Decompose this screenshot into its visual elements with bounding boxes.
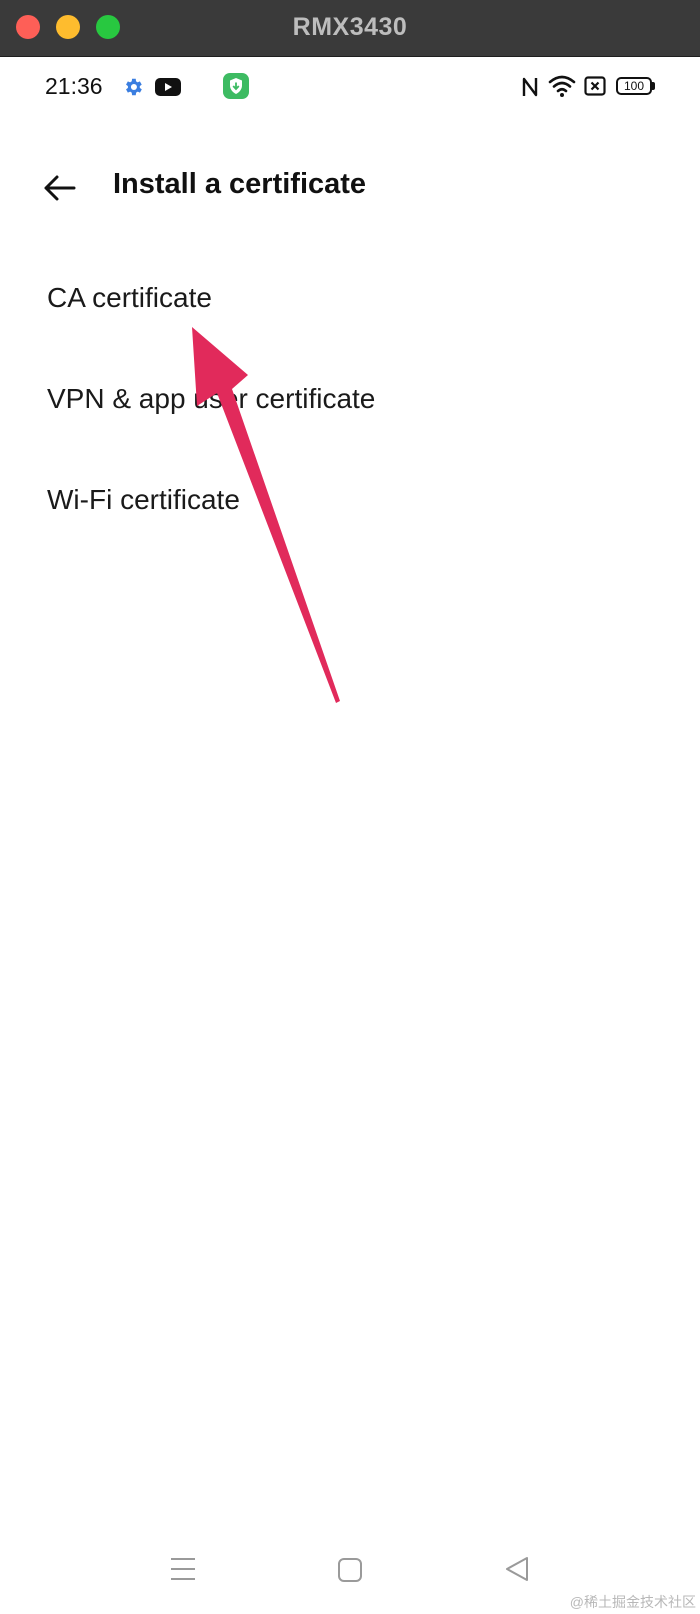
list-item-ca-certificate[interactable]: CA certificate [47, 282, 212, 314]
wifi-icon [548, 75, 576, 97]
nfc-icon [522, 77, 538, 97]
battery-level: 100 [623, 79, 645, 93]
back-arrow-icon[interactable] [40, 168, 80, 208]
window-titlebar: RMX3430 [0, 0, 700, 57]
status-time: 21:36 [45, 73, 103, 99]
list-item-wifi-certificate[interactable]: Wi-Fi certificate [47, 484, 240, 516]
back-triangle-icon[interactable] [504, 1556, 530, 1582]
battery-tip [652, 82, 655, 90]
watermark-text: @稀土掘金技术社区 [569, 1594, 696, 1610]
home-square-icon[interactable] [337, 1557, 363, 1583]
status-bar: 21:36 100 [0, 56, 700, 120]
list-item-vpn-app-user-certificate[interactable]: VPN & app user certificate [47, 383, 375, 415]
youtube-icon [155, 78, 181, 96]
sim-disabled-icon [584, 76, 606, 96]
security-shield-app-icon [223, 73, 249, 99]
annotation-arrow [192, 327, 340, 703]
menu-recents-icon[interactable] [170, 1556, 196, 1582]
window-title: RMX3430 [292, 13, 408, 41]
battery-icon: 100 [616, 77, 652, 95]
device-window: RMX3430 21:36 100 Install a certificate … [0, 0, 700, 1614]
settings-gear-icon [126, 78, 142, 96]
page-title: Install a certificate [113, 168, 367, 200]
